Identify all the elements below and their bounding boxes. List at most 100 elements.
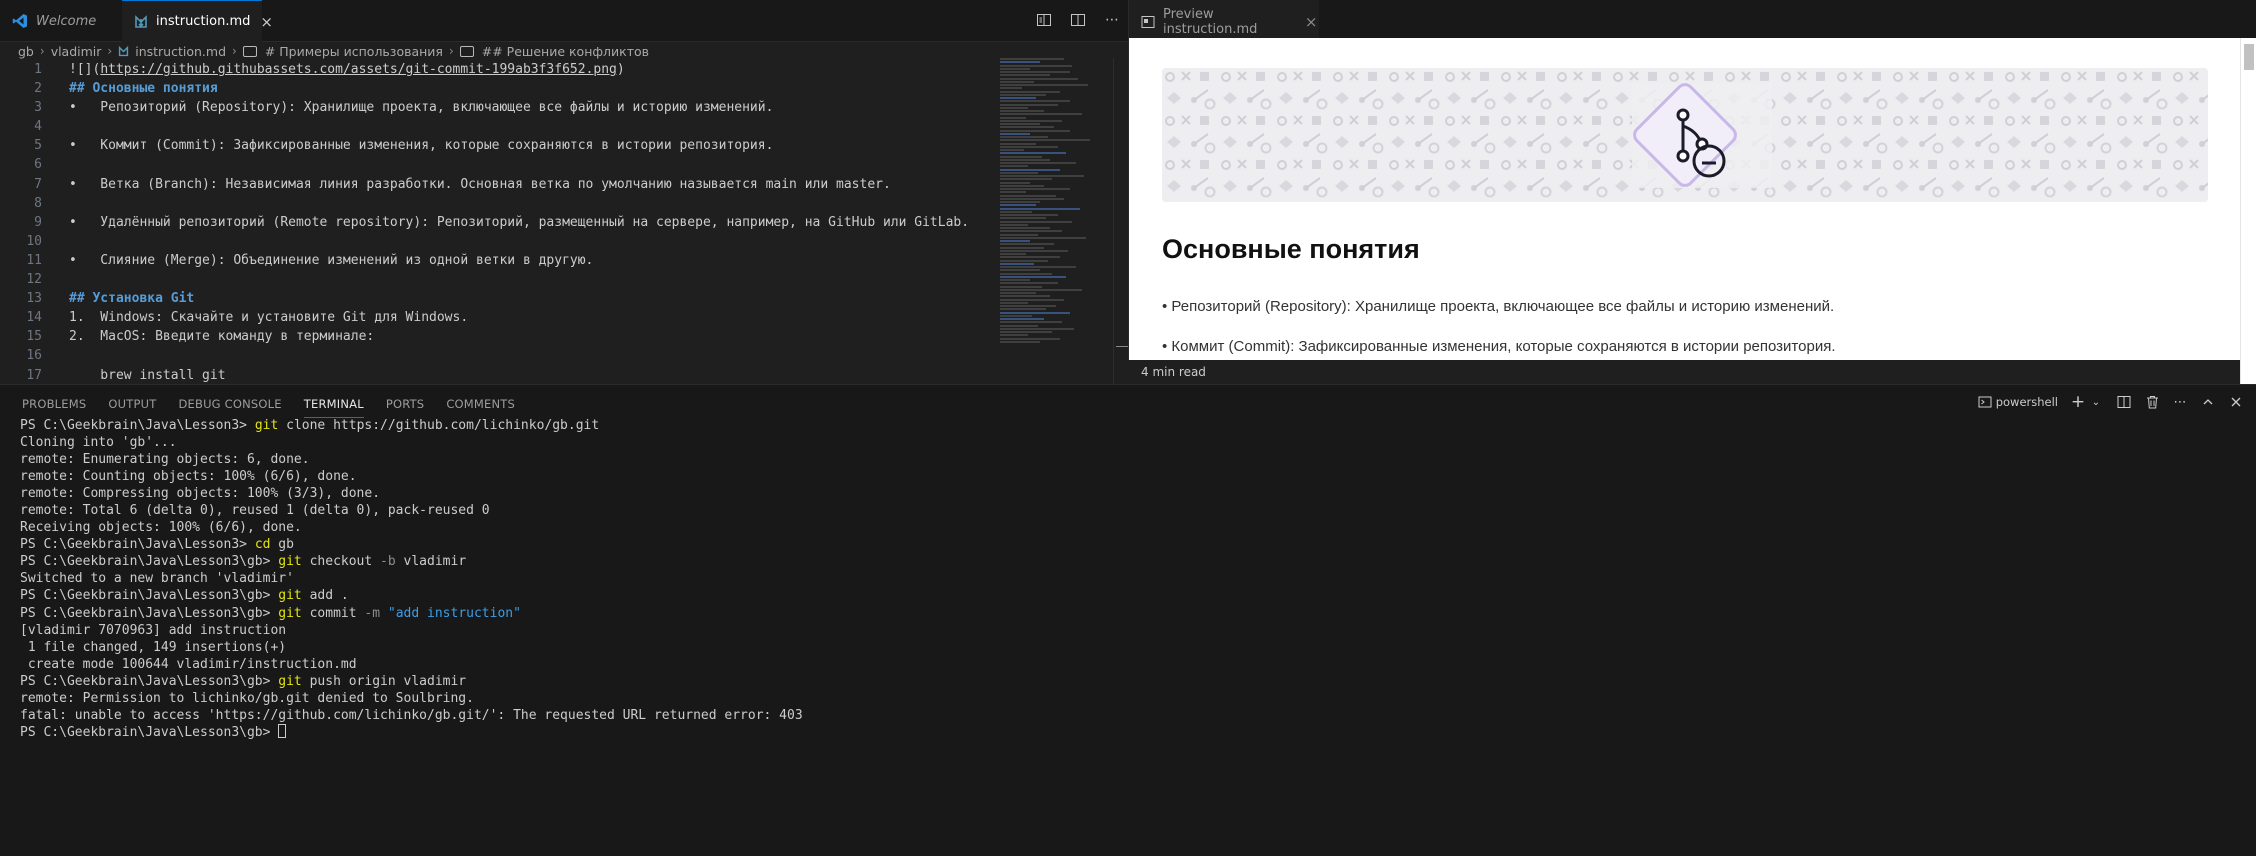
- tab-comments[interactable]: COMMENTS: [446, 393, 515, 418]
- minimap-line: [1000, 285, 1042, 288]
- code-line[interactable]: 5 • Коммит (Commit): Зафиксированные изме…: [0, 136, 1000, 155]
- close-icon[interactable]: ×: [260, 13, 273, 31]
- minimap-line: [1000, 249, 1068, 252]
- chevron-down-icon[interactable]: ⌄: [2088, 393, 2104, 411]
- editor-scrollbar[interactable]: [1113, 58, 1128, 384]
- minimap-line: [1000, 227, 1050, 229]
- code-line[interactable]: 1 ![](https://github.githubassets.com/ass…: [0, 60, 1000, 79]
- split-terminal-icon[interactable]: [2116, 393, 2132, 411]
- code-line[interactable]: 16: [0, 346, 1000, 365]
- minimap-line: [1000, 191, 1026, 194]
- line-content: brew install git: [42, 366, 225, 385]
- code-line[interactable]: 14 1. Windows: Скачайте и установите Git …: [0, 308, 1000, 327]
- more-actions-icon[interactable]: ⋯: [2172, 393, 2188, 411]
- read-time-status: 4 min read: [1128, 360, 2240, 384]
- tab-instruction-md[interactable]: instruction.md ×: [122, 0, 273, 42]
- code-editor[interactable]: 1 ![](https://github.githubassets.com/ass…: [0, 60, 1000, 384]
- code-line[interactable]: 7 • Ветка (Branch): Независимая линия раз…: [0, 175, 1000, 194]
- terminal-token: git: [278, 605, 302, 621]
- code-line[interactable]: 6: [0, 155, 1000, 174]
- line-content: • Коммит (Commit): Зафиксированные измен…: [42, 136, 773, 155]
- code-line[interactable]: 3 • Репозиторий (Repository): Хранилище п…: [0, 98, 1000, 117]
- minimap-line: [1000, 64, 1072, 67]
- tab-label: Welcome: [36, 13, 97, 29]
- code-line[interactable]: 8: [0, 194, 1000, 213]
- editor-group: Welcome instruction.md × ⋯ gb › vladimir…: [0, 0, 1128, 384]
- code-token: • Коммит (Commit): Зафиксированные измен…: [69, 138, 774, 154]
- minimap-line: [1000, 149, 1024, 151]
- breadcrumb-item-section[interactable]: # Примеры использования: [265, 44, 443, 59]
- maximize-panel-icon[interactable]: [2200, 393, 2216, 411]
- scrollbar-thumb[interactable]: [2244, 44, 2254, 70]
- new-terminal-icon[interactable]: +: [2070, 392, 2086, 412]
- tab-output[interactable]: OUTPUT: [108, 393, 156, 418]
- terminal-line: remote: Compressing objects: 100% (3/3),…: [20, 485, 803, 502]
- terminal-line: remote: Total 6 (delta 0), reused 1 (del…: [20, 502, 803, 519]
- terminal-token: PS C:\Geekbrain\Java\Lesson3>: [20, 418, 255, 433]
- close-panel-icon[interactable]: [2228, 393, 2244, 411]
- code-line[interactable]: 9 • Удалённый репозиторий (Remote reposit…: [0, 213, 1000, 232]
- minimap-line: [1000, 77, 1078, 80]
- minimap-line: [1000, 321, 1062, 324]
- terminal-token: create mode 100644 vladimir/instruction.…: [20, 656, 357, 672]
- minimap[interactable]: [1000, 58, 1120, 384]
- split-editor-icon[interactable]: [1068, 10, 1088, 30]
- line-number: 1: [34, 62, 42, 77]
- line-content: [42, 117, 69, 136]
- code-line[interactable]: 13 ## Установка Git: [0, 289, 1000, 308]
- minimap-line: [1000, 103, 1058, 106]
- line-number: 3: [34, 100, 42, 116]
- code-line[interactable]: 4: [0, 117, 1000, 136]
- breadcrumb-item-gb[interactable]: gb: [18, 44, 34, 59]
- terminal-line: Switched to a new branch 'vladimir': [20, 570, 803, 587]
- markdown-heading: ## Основные понятия: [69, 81, 218, 97]
- code-line[interactable]: 12: [0, 270, 1000, 289]
- open-preview-icon[interactable]: [1034, 10, 1054, 30]
- code-token: • Удалённый репозиторий (Remote reposito…: [69, 214, 970, 230]
- line-number: 13: [26, 291, 42, 307]
- code-line[interactable]: 2 ## Основные понятия: [0, 79, 1000, 98]
- terminal-line: create mode 100644 vladimir/instruction.…: [20, 656, 803, 673]
- minimap-line: [1000, 84, 1088, 86]
- preview-scrollbar[interactable]: [2240, 38, 2256, 384]
- code-line[interactable]: 10: [0, 232, 1000, 251]
- minimap-line: [1000, 259, 1048, 262]
- terminal-token: commit: [301, 605, 365, 621]
- more-actions-icon[interactable]: ⋯: [1102, 10, 1122, 30]
- code-line[interactable]: 17 brew install git: [0, 366, 1000, 385]
- code-line[interactable]: 15 2. MacOS: Введите команду в терминале:: [0, 327, 1000, 346]
- minimap-line: [1000, 334, 1028, 337]
- line-number: 16: [26, 348, 42, 364]
- minimap-line: [1000, 253, 1026, 255]
- terminal-token: Receiving objects: 100% (6/6), done.: [20, 520, 302, 536]
- terminal-output[interactable]: PS C:\Geekbrain\Java\Lesson3> git clone …: [20, 417, 803, 741]
- markdown-icon: [134, 14, 148, 30]
- terminal-shell-selector[interactable]: powershell: [1978, 393, 2058, 411]
- markdown-preview[interactable]: Основные понятия • Репозиторий (Reposito…: [1129, 38, 2241, 384]
- breadcrumb-item-subsection[interactable]: ## Решение конфликтов: [482, 44, 649, 59]
- minimap-line: [1000, 305, 1056, 307]
- trash-icon[interactable]: [2144, 393, 2160, 411]
- line-number: 5: [34, 138, 42, 154]
- terminal-token: [vladimir 7070963] add instruction: [20, 622, 287, 638]
- tab-problems[interactable]: PROBLEMS: [22, 393, 86, 418]
- breadcrumb-item-file[interactable]: instruction.md: [135, 44, 226, 59]
- tab-welcome[interactable]: Welcome: [0, 0, 132, 42]
- tab-ports[interactable]: PORTS: [386, 393, 424, 418]
- line-content: ## Установка Git: [42, 289, 194, 308]
- tab-terminal[interactable]: TERMINAL: [303, 393, 364, 418]
- symbol-string-icon: [459, 45, 474, 57]
- minimap-line: [1000, 58, 1064, 60]
- line-content: [42, 232, 69, 251]
- breadcrumb-item-vladimir[interactable]: vladimir: [51, 44, 102, 59]
- minimap-line: [1000, 178, 1052, 181]
- close-icon[interactable]: ×: [1303, 13, 1319, 31]
- bottom-panel: PROBLEMS OUTPUT DEBUG CONSOLE TERMINAL P…: [0, 384, 2256, 856]
- tab-label: Preview instruction.md: [1163, 6, 1258, 37]
- code-line[interactable]: 11 • Слияние (Merge): Объединение изменен…: [0, 251, 1000, 270]
- terminal-token: "add instruction": [387, 605, 521, 621]
- tab-preview-instruction[interactable]: Preview instruction.md ×: [1129, 0, 1319, 42]
- tab-debug-console[interactable]: DEBUG CONSOLE: [178, 393, 281, 418]
- terminal-token: Cloning into 'gb'...: [20, 435, 177, 451]
- minimap-line: [1000, 142, 1036, 145]
